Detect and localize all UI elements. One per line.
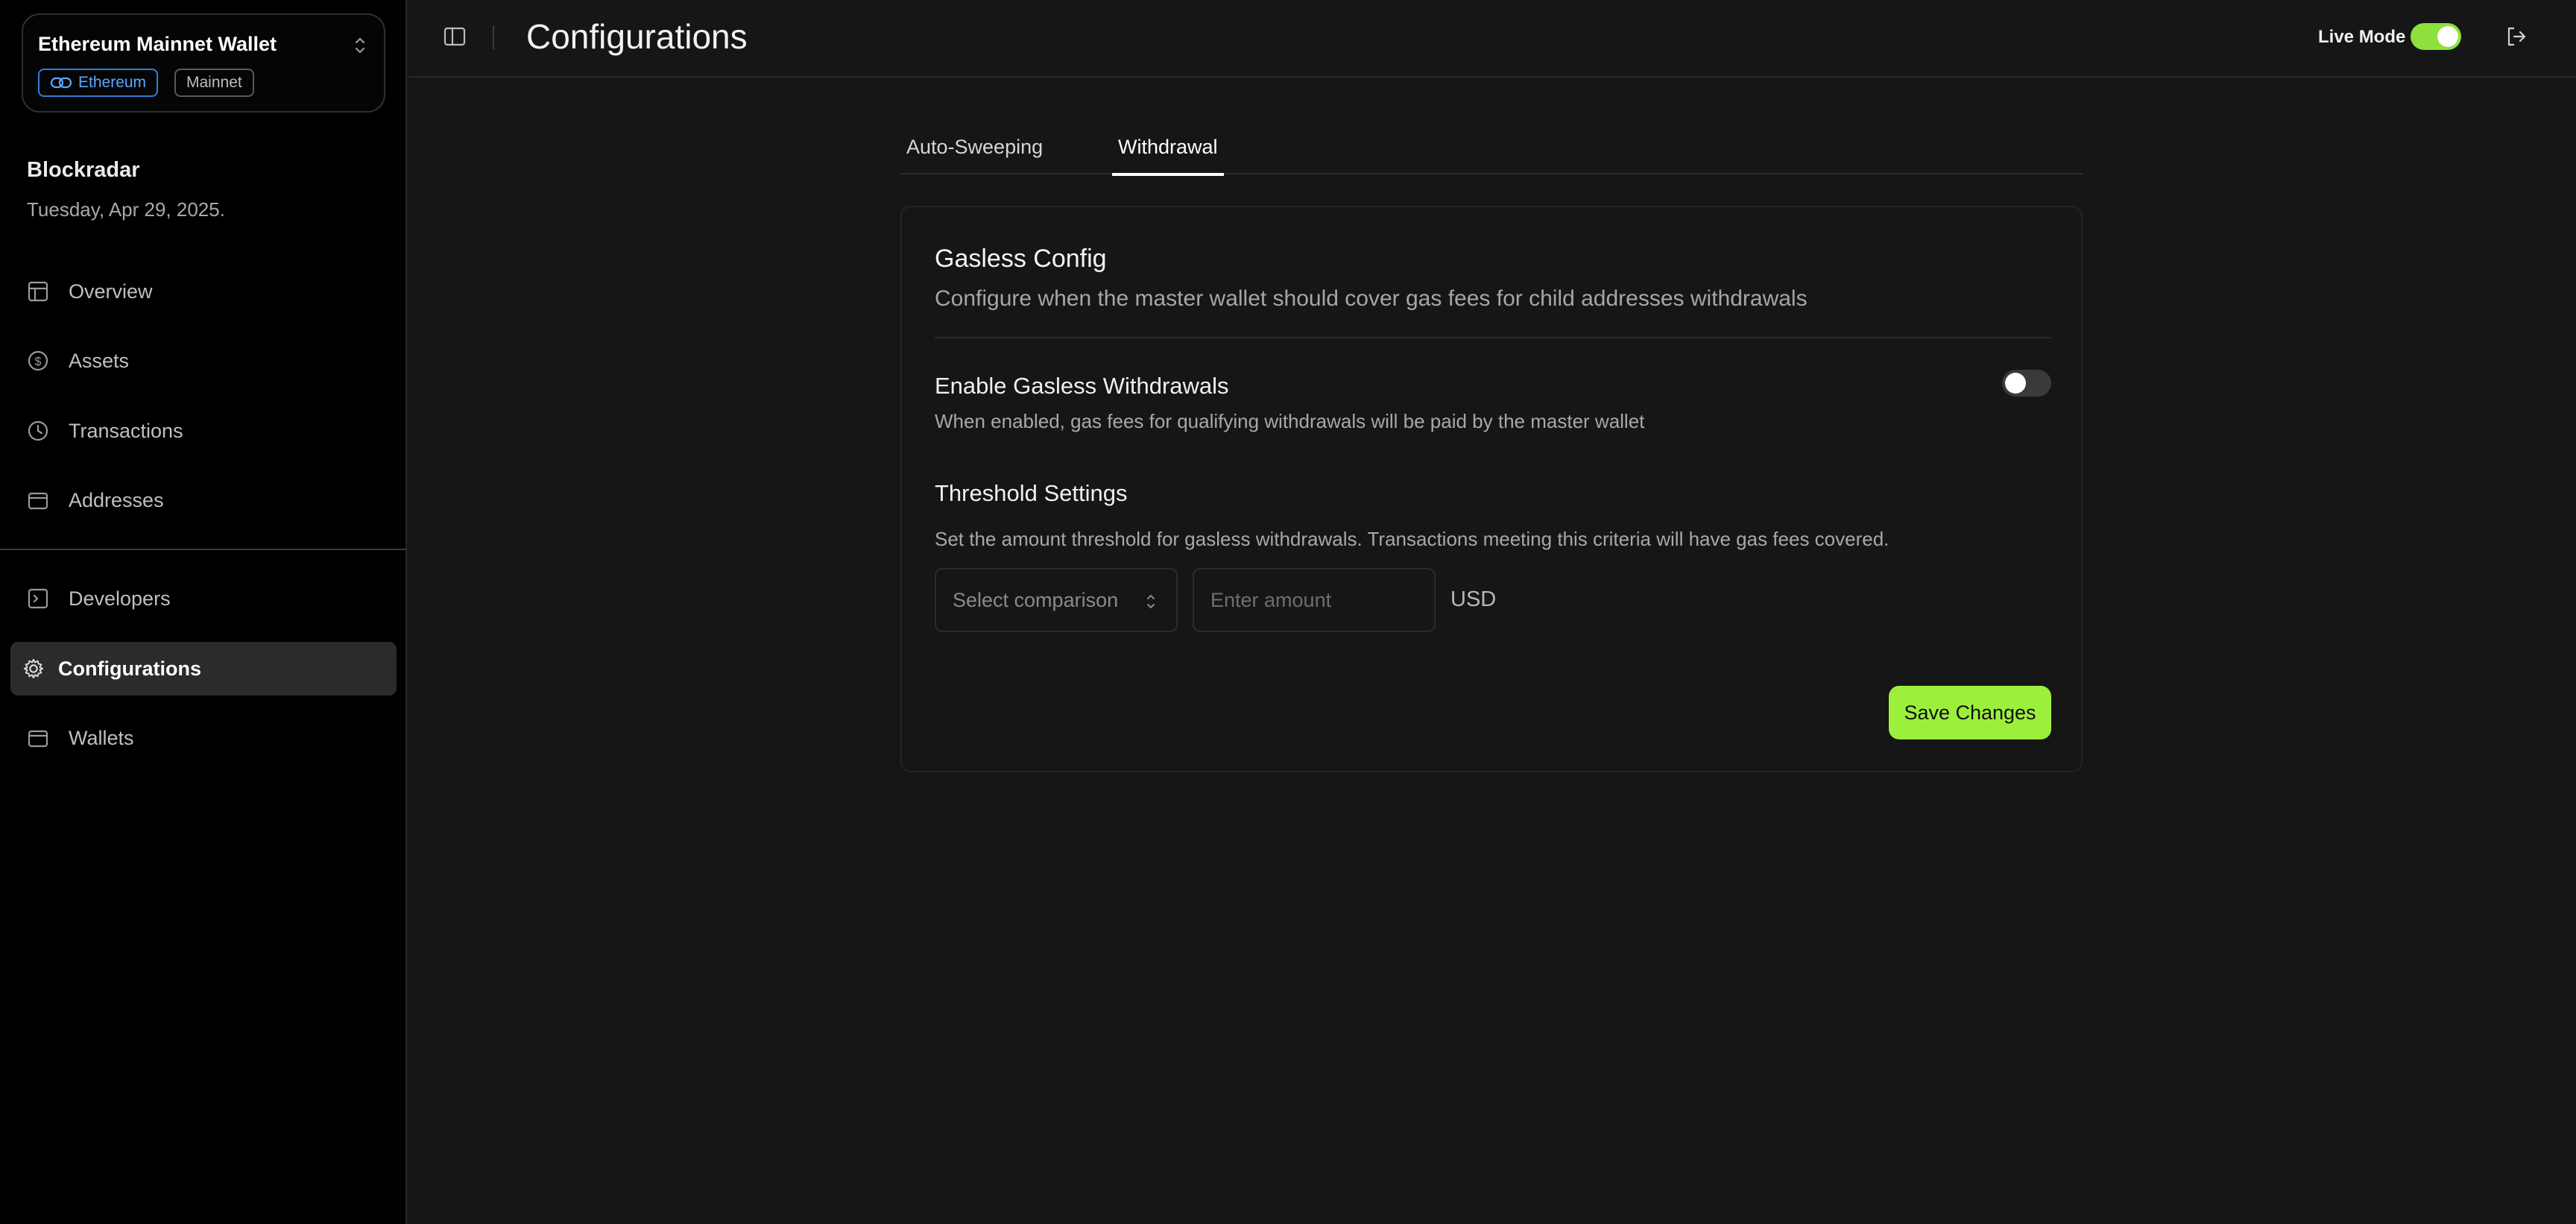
wallet-icon xyxy=(27,489,49,511)
enable-gasless-toggle[interactable] xyxy=(2002,370,2051,397)
amount-input[interactable] xyxy=(1193,568,1436,632)
wallet-switcher[interactable]: Ethereum Mainnet Wallet Ethereum Mainnet xyxy=(22,13,385,113)
sidebar-item-label: Developers xyxy=(69,587,171,610)
sidebar-item-label: Transactions xyxy=(69,419,183,442)
gasless-config-card: Gasless Config Configure when the master… xyxy=(900,206,2083,772)
tab-label: Withdrawal xyxy=(1118,136,1218,158)
org-name: Blockradar xyxy=(27,158,140,182)
chevron-up-down-icon xyxy=(355,37,365,54)
sidebar-item-label: Wallets xyxy=(69,726,134,749)
sidebar-divider xyxy=(0,549,407,550)
tab-withdrawal[interactable]: Withdrawal xyxy=(1112,136,1224,176)
clock-icon xyxy=(27,420,49,442)
wallet-name: Ethereum Mainnet Wallet xyxy=(38,33,277,55)
active-tab-indicator xyxy=(1112,173,1224,176)
threshold-settings-title: Threshold Settings xyxy=(935,480,1128,506)
svg-text:$: $ xyxy=(35,356,42,368)
link-icon xyxy=(50,77,72,89)
chain-badge-label: Ethereum xyxy=(78,74,147,91)
sidebar-item-wallets[interactable]: Wallets xyxy=(10,711,397,765)
chevron-up-down-icon xyxy=(1147,595,1155,608)
toggle-knob xyxy=(2005,373,2026,394)
threshold-settings-description: Set the amount threshold for gasless wit… xyxy=(935,528,1890,550)
save-changes-button[interactable]: Save Changes xyxy=(1889,686,2051,739)
gear-icon xyxy=(22,657,45,680)
live-mode-toggle[interactable] xyxy=(2411,23,2461,50)
comparison-select[interactable]: Select comparison xyxy=(935,568,1178,632)
comparison-select-placeholder: Select comparison xyxy=(953,588,1119,611)
sidebar-item-label: Assets xyxy=(69,349,130,372)
sidebar: Ethereum Mainnet Wallet Ethereum Mainnet… xyxy=(0,0,407,1224)
layout-icon xyxy=(27,280,49,303)
dollar-circle-icon: $ xyxy=(27,350,49,372)
logout-icon[interactable] xyxy=(2504,25,2528,48)
sidebar-item-configurations[interactable]: Configurations xyxy=(10,642,397,695)
gasless-config-description: Configure when the master wallet should … xyxy=(935,286,1808,311)
sidebar-toggle-icon[interactable] xyxy=(443,25,467,48)
network-badge: Mainnet xyxy=(174,69,254,97)
sidebar-item-assets[interactable]: $ Assets xyxy=(10,334,397,388)
sidebar-item-label: Addresses xyxy=(69,488,164,511)
topbar: Configurations Live Mode xyxy=(408,0,2576,78)
topbar-separator xyxy=(493,25,494,49)
app-root: Ethereum Mainnet Wallet Ethereum Mainnet… xyxy=(0,0,2576,1224)
sidebar-item-label: Overview xyxy=(69,280,153,303)
currency-label: USD xyxy=(1450,587,1497,611)
live-mode-label: Live Mode xyxy=(2318,27,2406,47)
card-divider xyxy=(935,337,2051,338)
page-title: Configurations xyxy=(526,17,748,56)
gasless-config-title: Gasless Config xyxy=(935,245,1107,273)
sidebar-item-label: Configurations xyxy=(58,657,201,680)
sidebar-item-overview[interactable]: Overview xyxy=(10,265,397,318)
tab-auto-sweeping[interactable]: Auto-Sweeping xyxy=(906,136,1043,174)
toggle-knob xyxy=(2437,26,2458,47)
config-tabs: Auto-Sweeping Withdrawal xyxy=(900,127,2083,176)
enable-gasless-title: Enable Gasless Withdrawals xyxy=(935,373,1229,399)
sidebar-item-addresses[interactable]: Addresses xyxy=(10,473,397,527)
org-date: Tuesday, Apr 29, 2025. xyxy=(27,198,225,221)
terminal-icon xyxy=(27,587,49,610)
chain-badge: Ethereum xyxy=(38,69,159,97)
enable-gasless-description: When enabled, gas fees for qualifying wi… xyxy=(935,410,1645,432)
sidebar-item-developers[interactable]: Developers xyxy=(10,572,397,625)
wallet-icon xyxy=(27,727,49,749)
sidebar-item-transactions[interactable]: Transactions xyxy=(10,404,397,458)
